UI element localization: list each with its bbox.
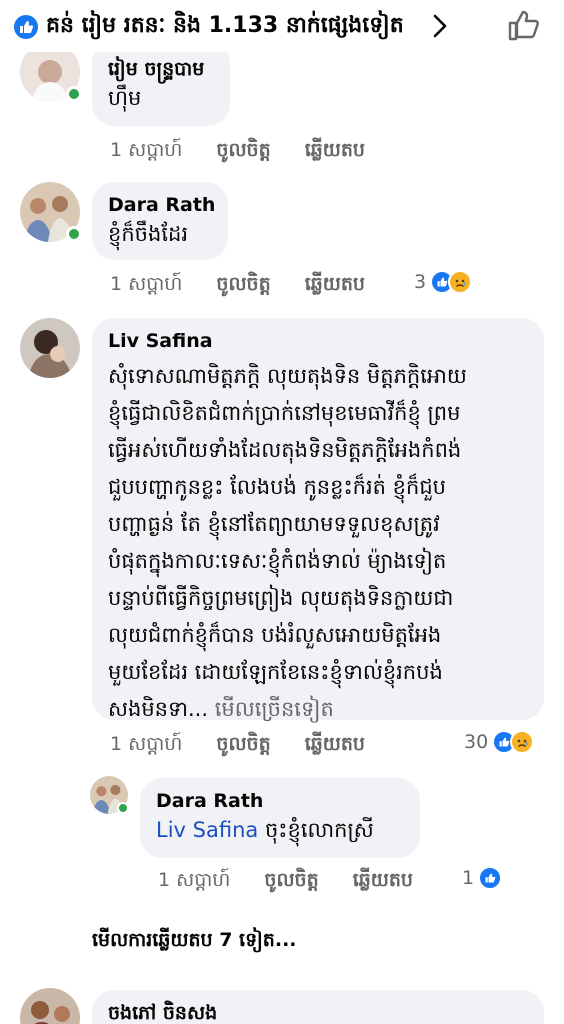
comment-line: ជួបបញ្ហាកូនខ្លះ លែងបង់ កូនខ្លះក៏រត់ ខ្ញុ… xyxy=(108,475,446,499)
commenter-name[interactable]: Dara Rath xyxy=(156,788,404,814)
comment-timestamp[interactable]: 1 សប្តាហ៍ xyxy=(110,138,182,166)
comment-line: មួយខែដែរ ដោយឡែកខែនេះខ្ញុំទាល់ខ្ញុំរកបង់ xyxy=(108,660,443,684)
comment-timestamp[interactable]: 1 សប្តាហ៍ xyxy=(158,868,230,896)
reaction-summary[interactable]: គន់ រៀម រតនៈ និង 1.133 នាក់ផ្សេងទៀត xyxy=(12,11,404,43)
like-comment-button[interactable]: ចូលចិត្ត xyxy=(264,868,318,896)
commenter-name[interactable]: រៀម ចន្ទ្របាម xyxy=(108,56,214,82)
sad-reaction-icon xyxy=(510,730,535,754)
comment-actions: 1 សប្តាហ៍ ចូលចិត្ត ឆ្លើយតប xyxy=(110,138,399,166)
comment-bubble: Liv Safina សុំទោសណាមិត្តភក្តិ លុយតុងទិន … xyxy=(92,318,544,721)
comment-actions: 1 សប្តាហ៍ ចូលចិត្ត ឆ្លើយតប xyxy=(110,272,399,300)
comment-line: ខ្ញុំធ្វើជាលិខិតជំពាក់ប្រាក់នៅមុខមេធាវីក… xyxy=(108,401,461,425)
comment-text: ហ៊ឹម xyxy=(108,86,142,110)
comment-reactions[interactable]: 3 xyxy=(414,270,473,294)
comment-last-line: សងមិនទា... មើលច្រើនទៀត xyxy=(108,691,528,728)
comment-reactions[interactable]: 30 xyxy=(464,730,535,754)
comment-text: ខ្ញុំក៏ចឹងដែរ xyxy=(108,222,188,246)
reaction-count: 30 xyxy=(464,731,489,753)
like-comment-button[interactable]: ចូលចិត្ត xyxy=(216,272,270,300)
like-reaction-icon xyxy=(12,13,40,41)
avatar[interactable] xyxy=(20,988,80,1024)
avatar[interactable] xyxy=(20,318,80,378)
see-more-link[interactable]: មើលច្រើនទៀត xyxy=(215,697,334,721)
reaction-summary-text: គន់ រៀម រតនៈ និង 1.133 នាក់ផ្សេងទៀត xyxy=(46,13,404,38)
chevron-right-icon[interactable] xyxy=(428,12,452,40)
reply-button[interactable]: ឆ្លើយតប xyxy=(353,868,413,896)
comment-line: បញ្ហាធ្ងន់ តែ ខ្ញុំនៅតែព្យាយាមទទួលខុសត្រ… xyxy=(108,512,440,536)
comment-line: លុយជំពាក់ខ្ញុំក៏បាន បង់រំលួសអោយមិត្តអែង xyxy=(108,623,442,647)
reaction-count: 3 xyxy=(414,271,427,293)
comment-line: ធ្វើអស់ហើយទាំងដែលតុងទិនមិត្តភក្តិអែងកំពង… xyxy=(108,438,462,462)
reaction-count: 1 xyxy=(462,867,475,889)
comment-bubble: Dara Rath ខ្ញុំក៏ចឹងដែរ xyxy=(92,182,228,260)
comment-text: សុំទោសណាមិត្តភក្តិ លុយតុងទិន មិត្តភក្តិអ… xyxy=(108,358,528,728)
reply-button[interactable]: ឆ្លើយតប xyxy=(305,732,365,760)
online-status-indicator xyxy=(66,226,82,242)
sad-reaction-icon xyxy=(448,270,473,294)
comment-bubble: រៀម ចន្ទ្របាម ហ៊ឹម xyxy=(92,40,230,126)
comment-timestamp[interactable]: 1 សប្តាហ៍ xyxy=(110,732,182,760)
reply-button[interactable]: ឆ្លើយតប xyxy=(305,138,365,166)
comment-line: បន្ទាប់ពីធ្វើកិច្ចព្រមព្រៀង លុយតុងទិនក្ល… xyxy=(108,586,454,610)
online-status-indicator xyxy=(66,86,82,102)
truncated-text: សងមិនទា... xyxy=(108,697,209,721)
commenter-name[interactable]: Liv Safina xyxy=(108,328,528,354)
reply-actions: 1 សប្តាហ៍ ចូលចិត្ត ឆ្លើយតប xyxy=(158,868,447,896)
like-comment-button[interactable]: ចូលចិត្ត xyxy=(216,732,270,760)
reply-body: ចុះខ្ញុំលោកស្រី xyxy=(264,818,374,842)
reply-bubble: Dara Rath Liv Safina ចុះខ្ញុំលោកស្រី xyxy=(140,778,420,858)
comment-bubble: ចងភៅ ចិនសង xyxy=(92,990,544,1024)
comment-reactions[interactable]: 1 xyxy=(462,866,503,890)
online-status-indicator xyxy=(117,802,129,814)
commenter-name[interactable]: ចងភៅ ចិនសង xyxy=(108,1000,528,1024)
reaction-bar: គន់ រៀម រតនៈ និង 1.133 នាក់ផ្សេងទៀត xyxy=(0,0,564,52)
view-more-replies-link[interactable]: មើលការឆ្លើយតប 7 ទៀត... xyxy=(92,928,297,956)
mention-link[interactable]: Liv Safina xyxy=(156,818,258,842)
comment-line: បំផុតក្នុងកាលៈទេសៈខ្ញុំកំពង់ទាល់ ម៉្យាងទ… xyxy=(108,549,447,573)
commenter-name[interactable]: Dara Rath xyxy=(108,192,215,218)
comment-actions: 1 សប្តាហ៍ ចូលចិត្ត ឆ្លើយតប xyxy=(110,732,399,760)
like-comment-button[interactable]: ចូលចិត្ត xyxy=(216,138,270,166)
reply-button[interactable]: ឆ្លើយតប xyxy=(305,272,365,300)
like-reaction-icon xyxy=(478,866,503,890)
comment-timestamp[interactable]: 1 សប្តាហ៍ xyxy=(110,272,182,300)
reply-text: Liv Safina ចុះខ្ញុំលោកស្រី xyxy=(156,814,404,846)
comment-line: សុំទោសណាមិត្តភក្តិ លុយតុងទិន មិត្តភក្តិអ… xyxy=(108,364,467,388)
like-post-button[interactable] xyxy=(504,6,544,46)
